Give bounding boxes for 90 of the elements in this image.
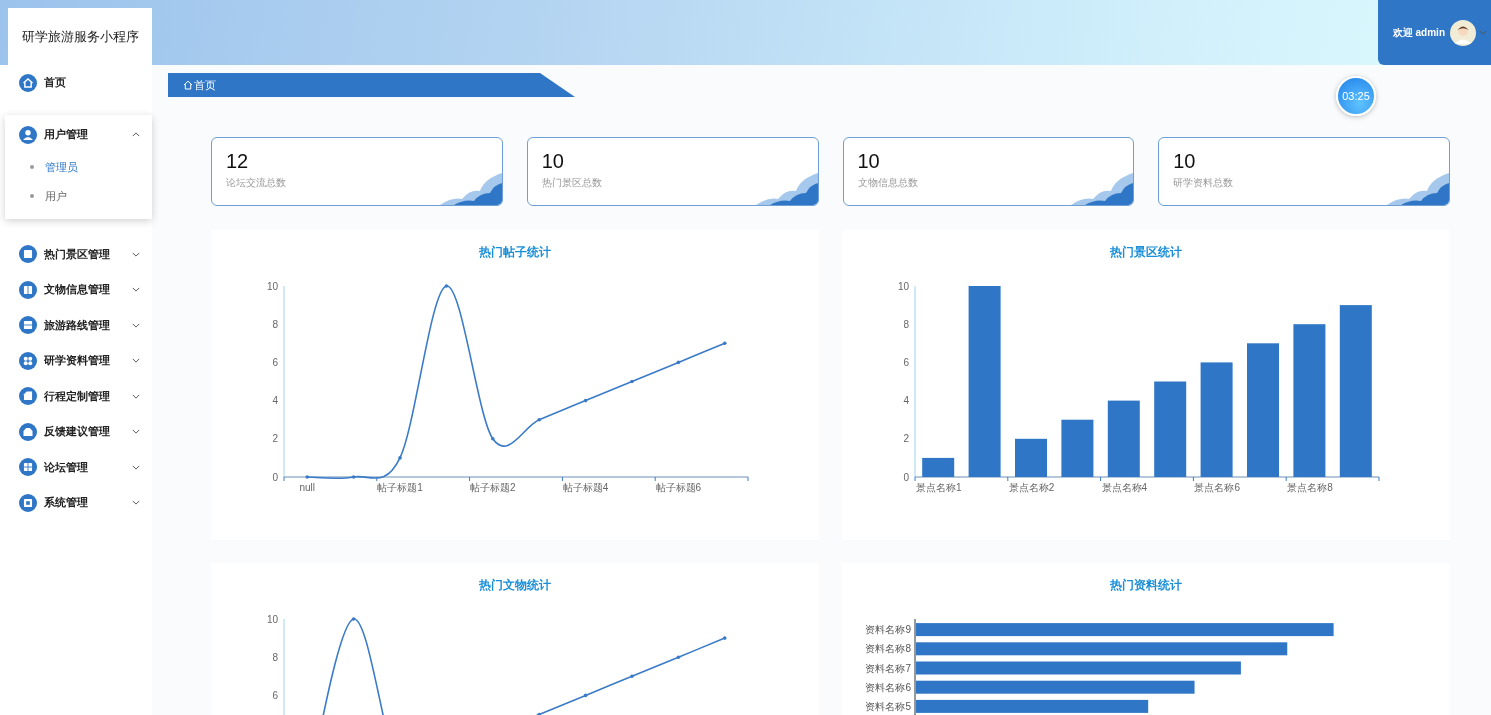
stat-value: 10	[1173, 150, 1197, 173]
bar	[1061, 419, 1094, 477]
chart-title: 热门景区统计	[1110, 243, 1182, 261]
bar	[1015, 438, 1047, 477]
data-point	[305, 475, 309, 479]
axis-label: 8	[272, 318, 278, 330]
submenu-item[interactable]: 用户	[5, 181, 152, 211]
menu-icon	[19, 316, 37, 335]
menu-item[interactable]: 热门景区管理	[0, 236, 152, 272]
data-point	[351, 617, 356, 621]
axis-label: 10	[266, 280, 278, 292]
menu-icon	[19, 351, 37, 370]
axis-label: 4	[272, 395, 278, 407]
menu-item[interactable]: 论坛管理	[0, 449, 152, 485]
axis-label: 帖子标题4	[562, 482, 609, 493]
axis-label: 8	[903, 318, 909, 330]
avatar-icon[interactable]	[1450, 19, 1476, 46]
axis-label: 资料名称5	[865, 700, 911, 712]
menu-item[interactable]: 旅游路线管理	[0, 307, 152, 343]
stat-value: 12	[226, 150, 250, 173]
app-title: 研学旅游服务小程序	[21, 27, 139, 46]
axis-label: 帖子标题2	[470, 482, 516, 493]
axis-label: 帖子标题6	[655, 482, 702, 493]
menu-item[interactable]: 研学资料管理	[0, 343, 152, 379]
menu-icon	[19, 458, 37, 477]
axis-label: 6	[903, 356, 909, 368]
data-point	[444, 284, 449, 288]
data-point	[537, 417, 541, 422]
data-point	[583, 398, 588, 403]
data-point	[676, 655, 681, 659]
axis-label: 6	[272, 356, 278, 368]
stat-value: 10	[857, 150, 881, 173]
axis-label: 资料名称9	[865, 624, 911, 636]
chart-title: 热门文物统计	[479, 576, 551, 594]
menu-item[interactable]: 首页	[0, 65, 152, 100]
bar	[922, 457, 955, 477]
axis-label: 资料名称6	[865, 681, 911, 693]
data-point	[676, 360, 681, 365]
chevron-icon	[1479, 30, 1487, 35]
axis-label: 帖子标题1	[377, 482, 423, 493]
breadcrumb-bar[interactable]: 首页	[168, 73, 575, 97]
data-point	[537, 712, 541, 715]
axis-label: 10	[266, 613, 278, 625]
axis-label: 资料名称7	[865, 662, 911, 674]
stat-label: 文物信息总数	[857, 176, 919, 190]
data-point	[351, 475, 356, 479]
axis-label: 2	[903, 433, 909, 445]
axis-label: 4	[903, 395, 909, 407]
menu-icon	[19, 280, 37, 299]
menu-icon	[19, 73, 37, 92]
menu-icon	[19, 493, 37, 512]
stat-label: 热门景区总数	[541, 176, 603, 190]
home-icon	[183, 80, 193, 90]
menu-icon	[19, 387, 37, 406]
axis-label: 景点名称2	[1008, 482, 1055, 493]
axis-label: 0	[903, 471, 909, 483]
stat-label: 研学资料总数	[1173, 176, 1235, 190]
axis-label: 10	[897, 280, 909, 292]
data-point	[630, 379, 634, 384]
data-point	[491, 437, 495, 441]
stat-value: 10	[541, 150, 565, 173]
chart-title: 热门资料统计	[1110, 576, 1182, 594]
axis-label: 0	[272, 471, 278, 483]
axis-label: null	[299, 482, 315, 493]
submenu-item[interactable]: 管理员	[5, 152, 152, 182]
axis-label: 景点名称1	[916, 482, 962, 493]
menu-item[interactable]: 行程定制管理	[0, 378, 152, 414]
axis-label: 景点名称8	[1287, 482, 1333, 493]
menu-item[interactable]: 文物信息管理	[0, 272, 152, 308]
welcome-text: 欢迎 admin	[1392, 25, 1445, 40]
menu-icon	[19, 422, 37, 441]
menu-icon	[19, 245, 37, 264]
axis-label: 6	[272, 689, 278, 701]
axis-label: 8	[272, 651, 278, 663]
chart-title: 热门帖子统计	[479, 243, 551, 261]
axis-label: 景点名称4	[1101, 482, 1148, 493]
menu-icon	[19, 125, 37, 144]
menu-item[interactable]: 反馈建议管理	[0, 414, 152, 450]
data-point	[630, 674, 634, 679]
data-point	[398, 456, 402, 460]
stat-label: 论坛交流总数	[226, 176, 287, 190]
axis-label: 资料名称8	[865, 643, 911, 655]
axis-label: 2	[272, 433, 278, 445]
axis-label: 景点名称6	[1194, 482, 1240, 493]
data-point	[723, 341, 727, 346]
data-point	[723, 636, 727, 640]
menu-item[interactable]: 系统管理	[0, 485, 152, 521]
menu-item[interactable]: 用户管理	[5, 117, 152, 153]
data-point	[583, 693, 588, 698]
clock-badge: 03:25	[1336, 76, 1376, 116]
